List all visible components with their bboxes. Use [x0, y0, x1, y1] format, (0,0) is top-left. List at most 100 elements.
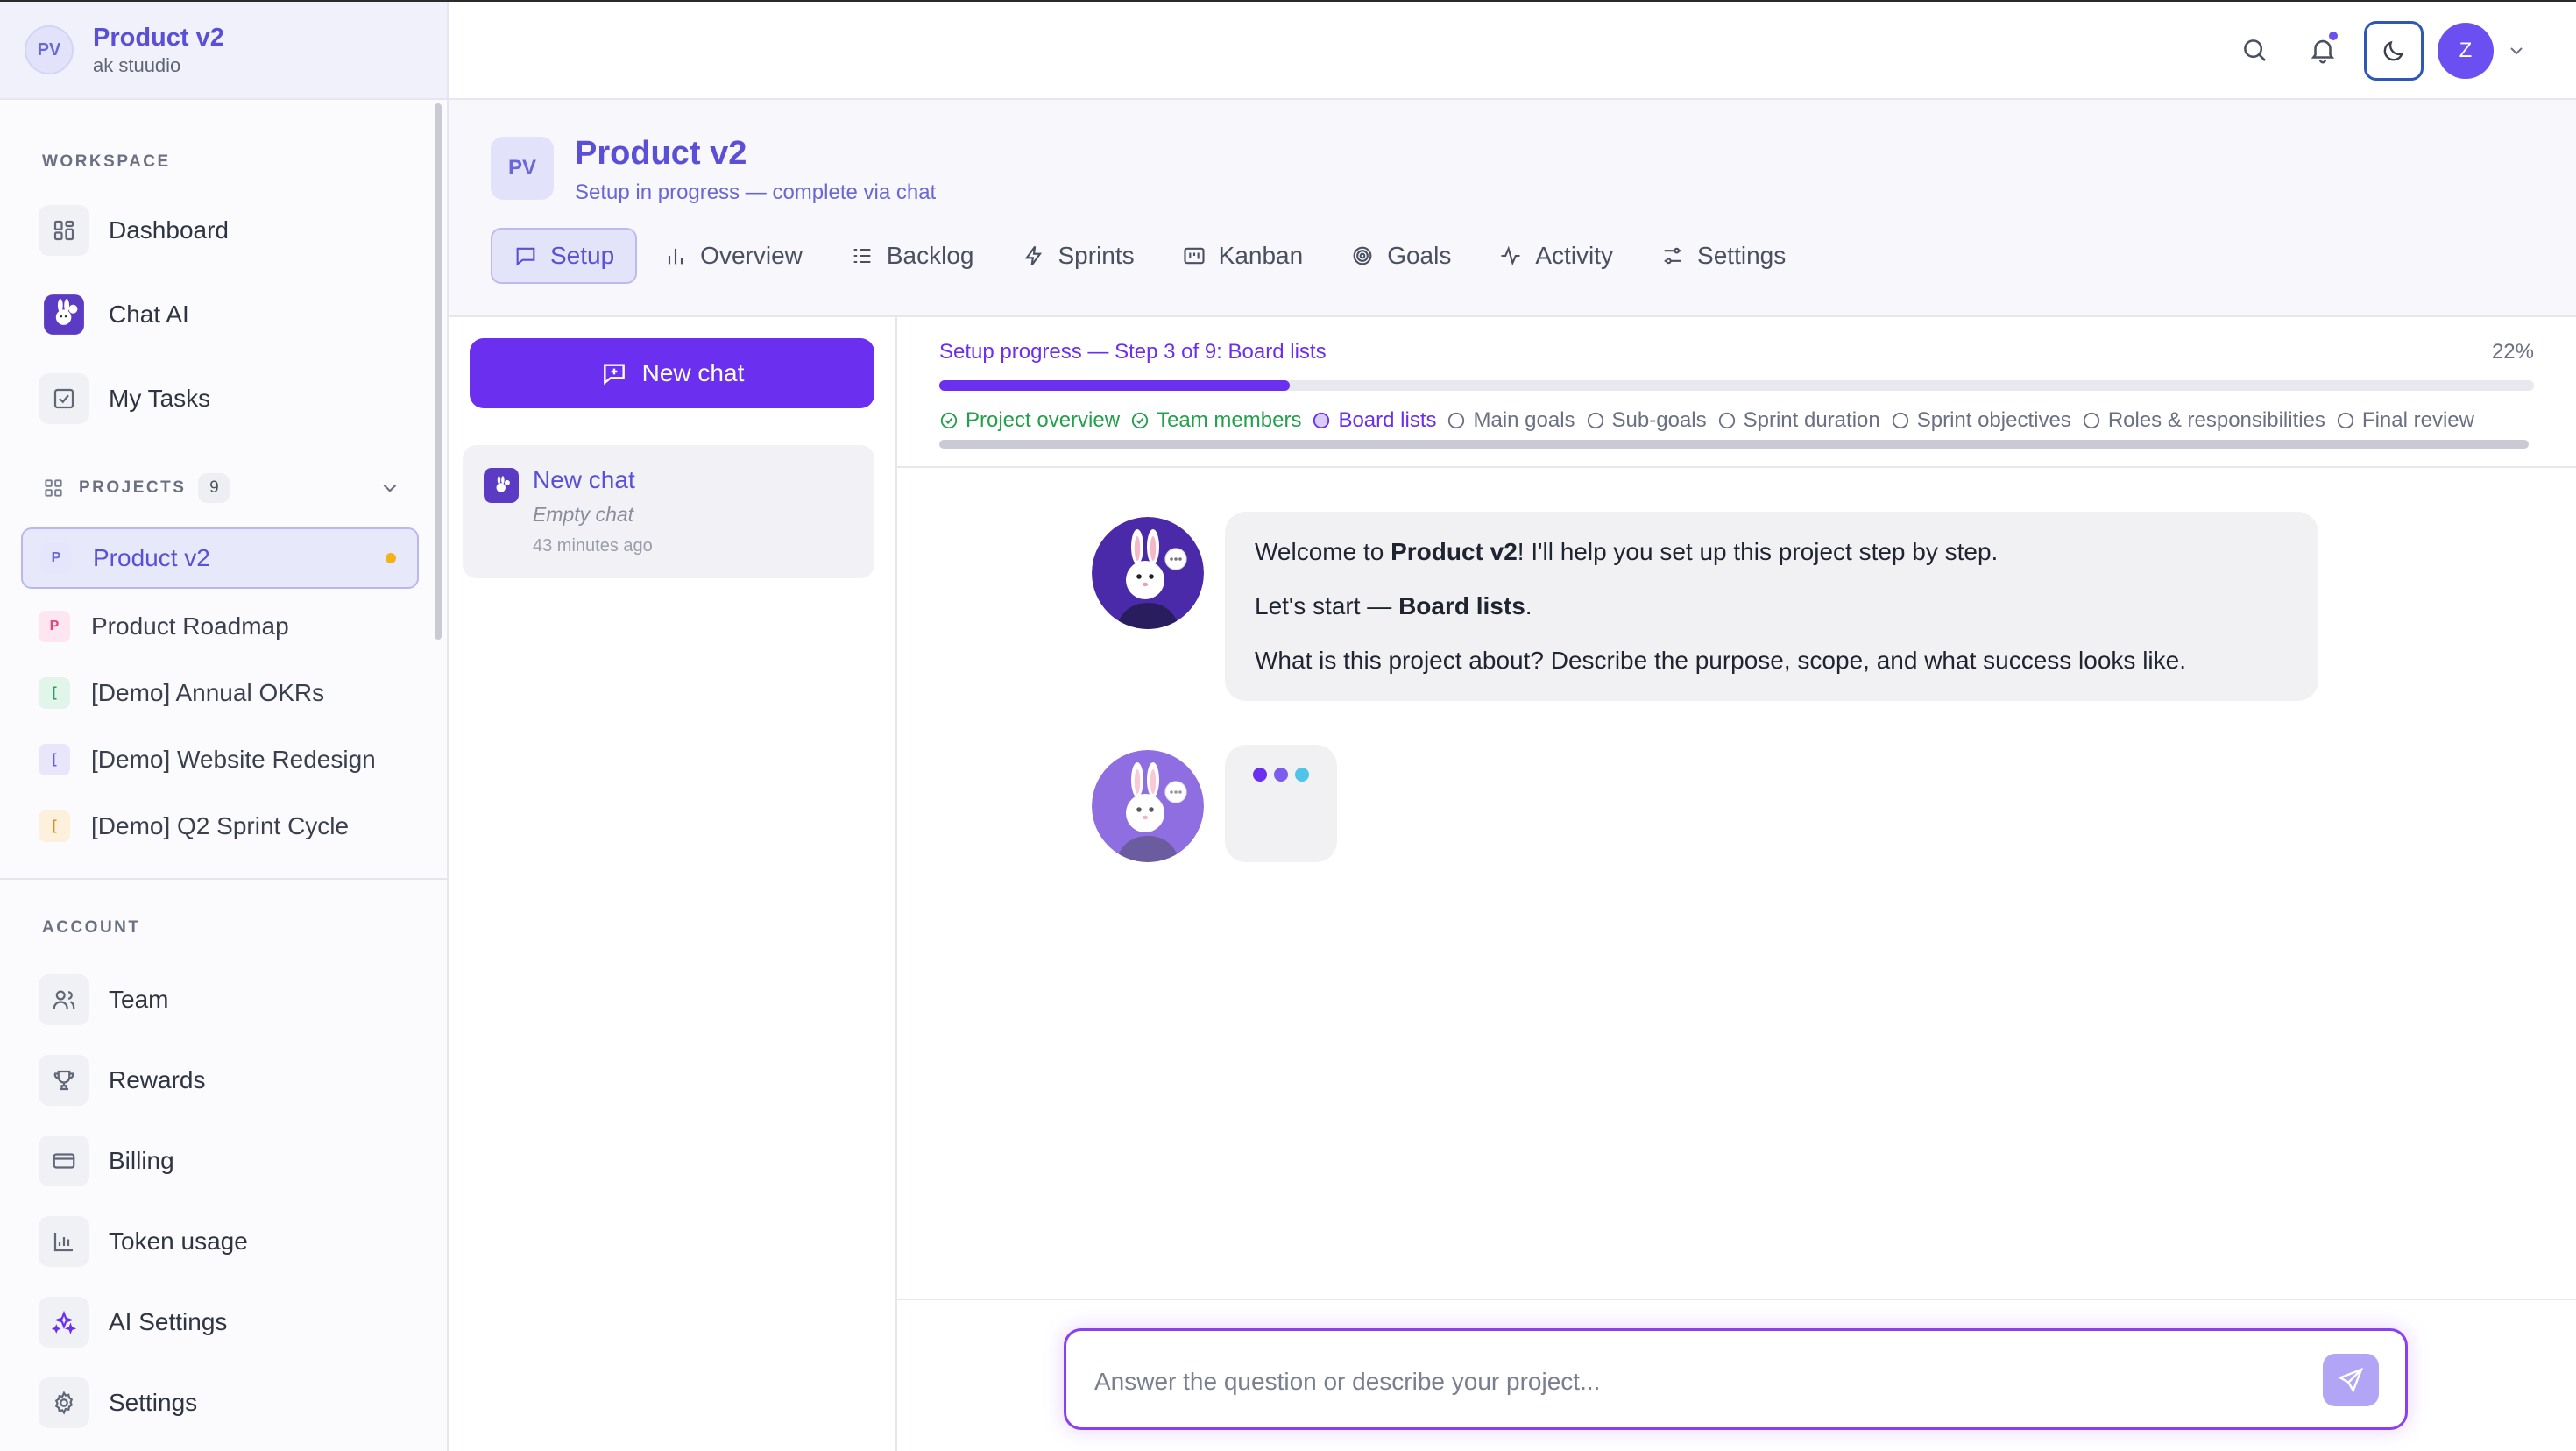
moon-icon	[2383, 40, 2404, 61]
tab-label: Activity	[1535, 242, 1614, 269]
unread-dot	[386, 553, 396, 563]
tab-label: Backlog	[886, 242, 974, 269]
sidebar-project-q2-sprint-cycle[interactable]: [ [Demo] Q2 Sprint Cycle	[21, 796, 419, 857]
sidebar-project-annual-okrs[interactable]: [ [Demo] Annual OKRs	[21, 662, 419, 724]
notifications-button[interactable]	[2299, 26, 2346, 74]
new-chat-label: New chat	[641, 359, 745, 386]
sidebar-item-token-usage[interactable]: Token usage	[39, 1211, 248, 1272]
setup-step-label: Sub-goals	[1611, 408, 1707, 432]
progress-bar-fill	[939, 380, 1291, 391]
setup-step: Board lists	[1312, 408, 1436, 433]
sidebar-scroll-area: WORKSPACE Dashboard Chat AI My Tasks PRO…	[0, 102, 447, 878]
assistant-message-bubble: Welcome to Product v2! I'll help you set…	[1225, 512, 2318, 701]
current-step-icon	[1313, 412, 1330, 429]
chat-list-panel: New chat New chat Empty chat 43 minutes …	[449, 317, 897, 1451]
message-text: Welcome to Product v2! I'll help you set…	[1255, 538, 1999, 565]
composer	[1064, 1328, 2408, 1430]
setup-progress-percent: 22%	[2491, 340, 2534, 364]
chevron-down-icon[interactable]	[2506, 40, 2527, 61]
tab-kanban[interactable]: Kanban	[1161, 228, 1325, 284]
user-avatar[interactable]: Z	[2438, 23, 2494, 79]
search-button[interactable]	[2231, 26, 2278, 74]
setup-progress-label: Setup progress — Step 3 of 9: Board list…	[939, 340, 1327, 364]
setup-step-label: Sprint duration	[1743, 408, 1880, 432]
sidebar-item-dashboard[interactable]: Dashboard	[39, 200, 229, 261]
tab-setup[interactable]: Setup	[491, 228, 638, 284]
bunny-mascot-icon	[1092, 517, 1204, 629]
project-badge: [	[39, 810, 70, 842]
sidebar-project-product-roadmap[interactable]: P Product Roadmap	[21, 596, 419, 657]
chevron-down-icon[interactable]	[379, 477, 401, 499]
target-icon	[1353, 246, 1372, 265]
setup-step-label: Final review	[2361, 408, 2474, 432]
check-circle-icon	[1131, 412, 1149, 429]
send-button[interactable]	[2323, 1354, 2379, 1406]
organization-name: ak stuudio	[93, 54, 181, 76]
users-icon	[39, 974, 89, 1025]
chat-input[interactable]	[1094, 1357, 2304, 1406]
sidebar: PV Product v2 ak stuudio WORKSPACE Dashb…	[0, 2, 449, 1451]
sidebar-item-label: Team	[109, 986, 169, 1013]
page-title: Product v2	[575, 135, 747, 172]
setup-step: Roles & responsibilities	[2082, 408, 2325, 433]
tab-activity[interactable]: Activity	[1477, 228, 1634, 284]
sidebar-item-my-tasks[interactable]: My Tasks	[39, 368, 210, 429]
sidebar-item-settings[interactable]: Settings	[39, 1372, 197, 1433]
account-section: ACCOUNT Team Rewards Billing Token usage…	[0, 878, 447, 1451]
sidebar-project-website-redesign[interactable]: [ [Demo] Website Redesign	[21, 729, 419, 790]
sidebar-project-product-v2[interactable]: P Product v2	[21, 527, 419, 589]
typing-dot	[1253, 768, 1267, 782]
progress-bar	[939, 380, 2534, 391]
send-icon	[2338, 1367, 2364, 1393]
chat-list-item[interactable]: New chat Empty chat 43 minutes ago	[463, 445, 874, 578]
app-window: PV Product v2 ak stuudio WORKSPACE Dashb…	[0, 0, 2576, 1451]
bunny-logo-icon	[39, 289, 89, 340]
sidebar-item-billing[interactable]: Billing	[39, 1130, 174, 1192]
projects-section-label: PROJECTS	[79, 478, 187, 497]
project-badge: [	[39, 677, 70, 709]
tab-goals[interactable]: Goals	[1329, 228, 1472, 284]
assistant-avatar	[1092, 750, 1204, 862]
project-avatar: PV	[491, 137, 554, 200]
credit-card-icon	[39, 1136, 89, 1186]
empty-circle-icon	[1448, 412, 1465, 429]
tab-overview[interactable]: Overview	[642, 228, 824, 284]
setup-steps: Project overview Team members Board lists M…	[939, 405, 2534, 436]
sidebar-item-label: Token usage	[109, 1228, 248, 1255]
sidebar-scrollbar[interactable]	[435, 103, 442, 640]
checkbox-icon	[39, 373, 89, 424]
theme-toggle-button[interactable]	[2364, 21, 2424, 81]
workspace-switcher[interactable]: PV Product v2 ak stuudio	[0, 2, 447, 100]
empty-circle-icon	[2083, 412, 2099, 429]
new-chat-button[interactable]: New chat	[470, 338, 874, 408]
tab-label: Sprints	[1058, 242, 1135, 269]
chat-main-panel: Setup progress — Step 3 of 9: Board list…	[897, 317, 2576, 1451]
project-name: Product Roadmap	[91, 612, 289, 640]
tab-label: Settings	[1697, 242, 1787, 269]
project-tabs: Setup Overview Backlog Sprints Kanban Go…	[491, 228, 1812, 284]
workspace-section-label: WORKSPACE	[42, 152, 171, 171]
sidebar-item-rewards[interactable]: Rewards	[39, 1050, 205, 1111]
message-text: What is this project about? Describe the…	[1255, 647, 2186, 674]
project-name: [Demo] Annual OKRs	[91, 679, 325, 706]
projects-section-header[interactable]: PROJECTS 9	[42, 473, 401, 503]
message-text: Let's start — Board lists.	[1255, 592, 1532, 619]
sidebar-item-chat-ai[interactable]: Chat AI	[39, 284, 189, 345]
project-name: [Demo] Q2 Sprint Cycle	[91, 812, 350, 839]
tab-settings[interactable]: Settings	[1639, 228, 1807, 284]
typing-indicator	[1225, 745, 1337, 862]
sidebar-item-team[interactable]: Team	[39, 969, 168, 1030]
setup-step: Sprint objectives	[1891, 408, 2071, 433]
sidebar-item-ai-settings[interactable]: AI Settings	[39, 1292, 227, 1353]
sidebar-item-label: Rewards	[109, 1066, 206, 1094]
project-badge: P	[40, 542, 72, 574]
setup-step-label: Team members	[1157, 408, 1302, 432]
steps-scrollbar[interactable]	[939, 440, 2529, 449]
project-name: Product v2	[93, 544, 210, 571]
tab-backlog[interactable]: Backlog	[829, 228, 995, 284]
setup-step-label: Roles & responsibilities	[2107, 408, 2325, 432]
typing-dot	[1295, 768, 1309, 782]
empty-circle-icon	[1587, 412, 1603, 429]
tab-sprints[interactable]: Sprints	[1001, 228, 1156, 284]
search-icon	[2244, 39, 2266, 61]
